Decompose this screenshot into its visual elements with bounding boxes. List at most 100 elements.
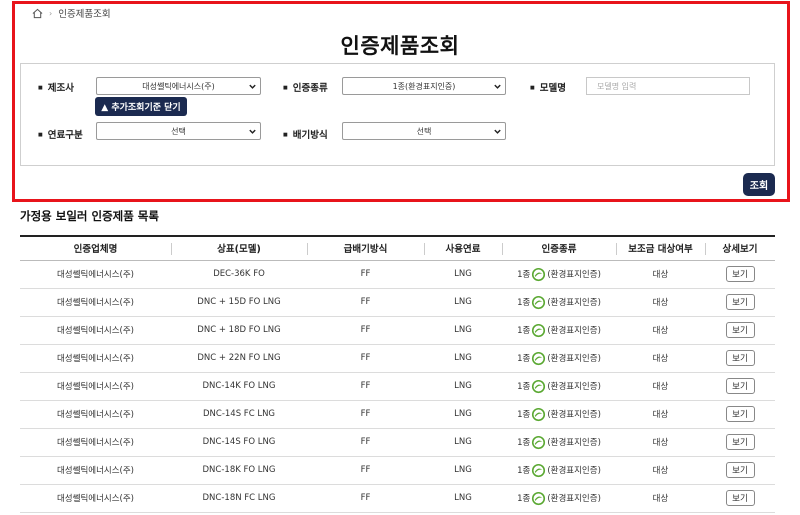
exhaust-cell: FF: [307, 316, 424, 345]
exhaust-cell: FF: [307, 260, 424, 289]
view-detail-button[interactable]: 보기: [725, 350, 755, 366]
model-name: DNC + 22N FO LNG: [197, 353, 281, 363]
view-detail-button[interactable]: 보기: [725, 406, 755, 422]
exhaust-cell: FF: [307, 288, 424, 317]
cert-type-select[interactable]: 1종(환경표지인증): [342, 77, 506, 95]
fuel-type-label: 연료구분: [38, 127, 83, 141]
fuel-value: LNG: [454, 325, 472, 335]
table-row: 대성쎌틱에너시스(주) DEC-36K FO FF LNG 1종 (환경표지인증…: [20, 260, 775, 289]
exhaust-cell: FF: [307, 372, 424, 401]
model-cell: DNC + 15D FO LNG: [171, 288, 307, 317]
cert-type-value: 1종 (환경표지인증): [517, 463, 601, 478]
cert-cell: 1종 (환경표지인증): [502, 288, 616, 317]
exhaust-value: FF: [360, 437, 371, 447]
eco-label-icon: [532, 295, 546, 309]
table-row: 대성쎌틱에너시스(주) DNC-14K FO LNG FF LNG 1종 (환경…: [20, 372, 775, 401]
detail-cell: 보기: [705, 484, 775, 513]
fuel-type-select-value: 선택: [171, 126, 186, 136]
model-name: DNC + 18D FO LNG: [197, 325, 281, 335]
manufacturer-select[interactable]: 대성쎌틱에너시스(주): [96, 77, 261, 95]
cert-cell: 1종 (환경표지인증): [502, 400, 616, 429]
model-name: DNC-14S FO LNG: [202, 437, 276, 447]
fuel-cell: LNG: [424, 316, 502, 345]
cert-type-value: 1종 (환경표지인증): [517, 351, 601, 366]
company-cell: 대성쎌틱에너시스(주): [20, 484, 171, 513]
fuel-cell: LNG: [424, 484, 502, 513]
cert-type-prefix: 1종: [517, 494, 531, 504]
header-fuel: 사용연료: [424, 235, 502, 261]
detail-cell: 보기: [705, 344, 775, 373]
home-icon[interactable]: [32, 8, 43, 19]
fuel-cell: LNG: [424, 260, 502, 289]
cert-type-prefix: 1종: [517, 326, 531, 336]
exhaust-cell: FF: [307, 400, 424, 429]
company-name: 대성쎌틱에너시스(주): [56, 410, 134, 420]
exhaust-value: FF: [360, 381, 371, 391]
chevron-down-icon: [494, 84, 501, 89]
view-detail-button[interactable]: 보기: [725, 266, 755, 282]
fuel-type-select[interactable]: 선택: [96, 122, 261, 140]
cert-type-value: 1종 (환경표지인증): [517, 267, 601, 282]
subsidy-value: 대상: [652, 410, 669, 420]
breadcrumb-current[interactable]: 인증제품조회: [58, 6, 110, 20]
exhaust-value: FF: [360, 465, 371, 475]
view-detail-button[interactable]: 보기: [725, 322, 755, 338]
fuel-value: LNG: [454, 437, 472, 447]
model-cell: DNC-18N FC LNG: [171, 484, 307, 513]
model-cell: DNC-14K FO LNG: [171, 372, 307, 401]
cert-type-suffix: (환경표지인증): [547, 298, 601, 308]
exhaust-value: FF: [360, 409, 371, 419]
company-name: 대성쎌틱에너시스(주): [56, 438, 134, 448]
eco-label-icon: [532, 323, 546, 337]
view-detail-button[interactable]: 보기: [725, 378, 755, 394]
view-detail-button[interactable]: 보기: [725, 462, 755, 478]
company-cell: 대성쎌틱에너시스(주): [20, 344, 171, 373]
company-name: 대성쎌틱에너시스(주): [56, 326, 134, 336]
view-detail-button[interactable]: 보기: [725, 490, 755, 506]
fuel-value: LNG: [454, 297, 472, 307]
cert-type-suffix: (환경표지인증): [547, 410, 601, 420]
chevron-down-icon: [249, 84, 256, 89]
header-exhaust: 급배기방식: [307, 235, 424, 261]
cert-cell: 1종 (환경표지인증): [502, 344, 616, 373]
exhaust-cell: FF: [307, 344, 424, 373]
subsidy-value: 대상: [652, 494, 669, 504]
subsidy-cell: 대상: [616, 400, 705, 429]
cert-cell: 1종 (환경표지인증): [502, 372, 616, 401]
view-detail-button[interactable]: 보기: [725, 434, 755, 450]
exhaust-cell: FF: [307, 456, 424, 485]
chevron-right-icon: ›: [49, 8, 53, 18]
cert-type-prefix: 1종: [517, 354, 531, 364]
cert-type-suffix: (환경표지인증): [547, 466, 601, 476]
subsidy-cell: 대상: [616, 372, 705, 401]
cert-type-suffix: (환경표지인증): [547, 354, 601, 364]
cert-type-suffix: (환경표지인증): [547, 494, 601, 504]
cert-type-suffix: (환경표지인증): [547, 326, 601, 336]
exhaust-value: FF: [360, 269, 371, 279]
company-cell: 대성쎌틱에너시스(주): [20, 428, 171, 457]
subsidy-value: 대상: [652, 326, 669, 336]
manufacturer-select-value: 대성쎌틱에너시스(주): [142, 81, 215, 91]
header-subsidy: 보조금 대상여부: [616, 235, 705, 261]
cert-type-prefix: 1종: [517, 298, 531, 308]
model-name-input[interactable]: [586, 77, 750, 95]
exhaust-cell: FF: [307, 428, 424, 457]
eco-label-icon: [532, 435, 546, 449]
exhaust-type-select[interactable]: 선택: [342, 122, 506, 140]
model-cell: DEC-36K FO: [171, 260, 307, 289]
fuel-value: LNG: [454, 493, 472, 503]
list-title: 가정용 보일러 인증제품 목록: [20, 209, 159, 223]
cert-type-value: 1종 (환경표지인증): [517, 435, 601, 450]
fuel-cell: LNG: [424, 344, 502, 373]
exhaust-value: FF: [360, 297, 371, 307]
exhaust-value: FF: [360, 353, 371, 363]
manufacturer-label: 제조사: [38, 80, 74, 94]
fuel-value: LNG: [454, 381, 472, 391]
company-name: 대성쎌틱에너시스(주): [56, 494, 134, 504]
cert-type-label: 인증종류: [283, 80, 328, 94]
close-extra-filters-button[interactable]: ▲ 추가조회기준 닫기: [95, 97, 187, 116]
model-name: DNC-14K FO LNG: [202, 381, 276, 391]
company-name: 대성쎌틱에너시스(주): [56, 466, 134, 476]
view-detail-button[interactable]: 보기: [725, 294, 755, 310]
search-button[interactable]: 조회: [743, 173, 775, 196]
